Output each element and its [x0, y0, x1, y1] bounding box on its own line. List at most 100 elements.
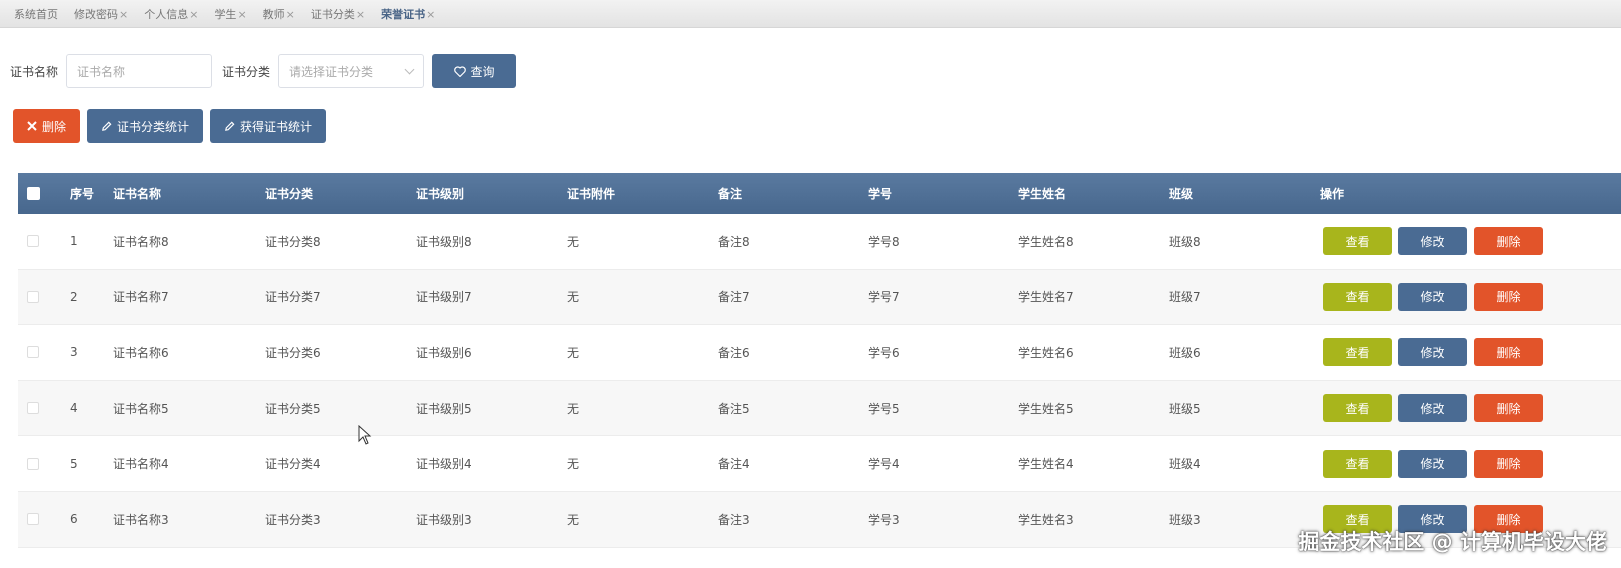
cell-student-name: 学生姓名7 [1018, 290, 1074, 305]
row-checkbox[interactable] [27, 402, 39, 415]
header-remark: 备注 [718, 187, 743, 201]
cell-remark: 备注3 [718, 512, 750, 527]
cell-student-id: 学号5 [868, 401, 900, 416]
cell-student-id: 学号6 [868, 345, 900, 360]
cert-category-select[interactable]: 请选择证书分类 [278, 54, 425, 88]
watermark: 掘金技术社区 @ 计算机毕设大佬 [1298, 530, 1607, 554]
header-operations: 操作 [1320, 187, 1345, 201]
cell-student-name: 学生姓名8 [1018, 234, 1074, 249]
cert-name-placeholder: 证书名称 [77, 64, 126, 79]
tab-close-icon[interactable]: × [237, 8, 246, 21]
cell-cert-name: 证书名称4 [113, 457, 169, 472]
header-cert-attachment: 证书附件 [567, 187, 616, 201]
search-form: 证书名称 证书名称 证书分类 请选择证书分类 查询 [10, 54, 517, 88]
cell-cert-attachment: 无 [567, 401, 580, 416]
view-button[interactable]: 查看 [1323, 394, 1392, 423]
header-cert-name: 证书名称 [113, 187, 162, 201]
view-button[interactable]: 查看 [1323, 282, 1392, 311]
cell-cert-category: 证书分类6 [265, 345, 321, 360]
tab-close-icon[interactable]: × [119, 8, 128, 21]
cell-cert-name: 证书名称7 [113, 290, 169, 305]
tab-change-password[interactable]: 修改密码× [74, 6, 128, 22]
row-checkbox[interactable] [27, 513, 39, 526]
tab-student[interactable]: 学生× [214, 6, 246, 22]
cell-remark: 备注8 [718, 234, 750, 249]
delete-button[interactable]: 删除 [1474, 449, 1543, 478]
table-row: 3 证书名称6 证书分类6 证书级别6 无 备注6 学号6 学生姓名6 班级6 … [18, 325, 1621, 381]
delete-button[interactable]: 删除 [1474, 227, 1543, 256]
tab-cert-category[interactable]: 证书分类× [311, 6, 365, 22]
cell-no: 6 [70, 512, 78, 527]
view-button[interactable]: 查看 [1323, 449, 1392, 478]
cell-remark: 备注6 [718, 345, 750, 360]
cell-no: 5 [70, 456, 78, 471]
cell-class: 班级3 [1169, 512, 1201, 527]
header-student-id: 学号 [868, 187, 893, 201]
cell-cert-category: 证书分类7 [265, 290, 321, 305]
batch-delete-button[interactable]: 删除 [13, 109, 81, 143]
table-row: 4 证书名称5 证书分类5 证书级别5 无 备注5 学号5 学生姓名5 班级5 … [18, 380, 1621, 437]
table-row: 1 证书名称8 证书分类8 证书级别8 无 备注8 学号8 学生姓名8 班级8 … [18, 214, 1621, 270]
delete-button[interactable]: 删除 [1474, 394, 1543, 423]
edit-button[interactable]: 修改 [1398, 227, 1467, 256]
edit-button[interactable]: 修改 [1398, 282, 1467, 311]
cell-class: 班级5 [1169, 401, 1201, 416]
table-row: 2 证书名称7 证书分类7 证书级别7 无 备注7 学号7 学生姓名7 班级7 … [18, 269, 1621, 326]
cell-class: 班级4 [1169, 457, 1201, 472]
select-all-checkbox[interactable] [27, 187, 40, 200]
cell-no: 3 [70, 345, 78, 360]
cell-student-id: 学号7 [868, 290, 900, 305]
cell-class: 班级7 [1169, 290, 1201, 305]
view-button[interactable]: 查看 [1323, 227, 1392, 256]
cell-student-name: 学生姓名5 [1018, 401, 1074, 416]
cell-cert-level: 证书级别4 [416, 457, 472, 472]
obtain-stats-button[interactable]: 获得证书统计 [210, 109, 327, 143]
category-stats-button[interactable]: 证书分类统计 [87, 109, 204, 143]
cell-class: 班级6 [1169, 345, 1201, 360]
tab-close-icon[interactable]: × [426, 8, 435, 21]
cert-name-input[interactable]: 证书名称 [66, 54, 213, 88]
cert-table: 序号 证书名称 证书分类 证书级别 证书附件 备注 学号 学生姓名 班级 操作 … [18, 173, 1621, 548]
tab-honor-cert[interactable]: 荣誉证书× [381, 6, 435, 22]
cell-cert-level: 证书级别3 [416, 512, 472, 527]
cell-student-name: 学生姓名4 [1018, 457, 1074, 472]
view-button[interactable]: 查看 [1323, 338, 1392, 367]
chevron-down-icon [404, 64, 415, 74]
cell-cert-level: 证书级别6 [416, 345, 472, 360]
row-checkbox[interactable] [27, 235, 39, 248]
cert-name-label: 证书名称 [10, 64, 59, 79]
heart-icon [453, 65, 466, 77]
cell-cert-level: 证书级别7 [416, 290, 472, 305]
cert-category-label: 证书分类 [222, 64, 271, 79]
query-button[interactable]: 查询 [432, 54, 517, 88]
delete-button[interactable]: 删除 [1474, 282, 1543, 311]
cell-cert-name: 证书名称5 [113, 401, 169, 416]
cell-no: 2 [70, 289, 78, 304]
tab-close-icon[interactable]: × [189, 8, 198, 21]
row-checkbox[interactable] [27, 290, 39, 303]
edit-button[interactable]: 修改 [1398, 338, 1467, 367]
tab-teacher[interactable]: 教师× [263, 6, 295, 22]
cell-cert-name: 证书名称6 [113, 345, 169, 360]
edit-button[interactable]: 修改 [1398, 394, 1467, 423]
cell-student-id: 学号3 [868, 512, 900, 527]
tab-home[interactable]: 系统首页 [14, 6, 58, 22]
delete-button[interactable]: 删除 [1474, 338, 1543, 367]
row-checkbox[interactable] [27, 346, 39, 359]
mouse-cursor-icon [358, 425, 372, 445]
tab-personal-info[interactable]: 个人信息× [144, 6, 198, 22]
table-header: 序号 证书名称 证书分类 证书级别 证书附件 备注 学号 学生姓名 班级 操作 [18, 173, 1621, 214]
row-checkbox[interactable] [27, 457, 39, 470]
close-icon [27, 121, 37, 131]
cell-student-id: 学号8 [868, 234, 900, 249]
pencil-icon [102, 121, 112, 131]
cell-cert-category: 证书分类8 [265, 234, 321, 249]
header-class: 班级 [1169, 187, 1194, 201]
cell-cert-attachment: 无 [567, 512, 580, 527]
cell-student-name: 学生姓名3 [1018, 512, 1074, 527]
tab-close-icon[interactable]: × [356, 8, 365, 21]
pencil-icon [225, 121, 235, 131]
cell-cert-name: 证书名称8 [113, 234, 169, 249]
tab-close-icon[interactable]: × [286, 8, 295, 21]
edit-button[interactable]: 修改 [1398, 449, 1467, 478]
